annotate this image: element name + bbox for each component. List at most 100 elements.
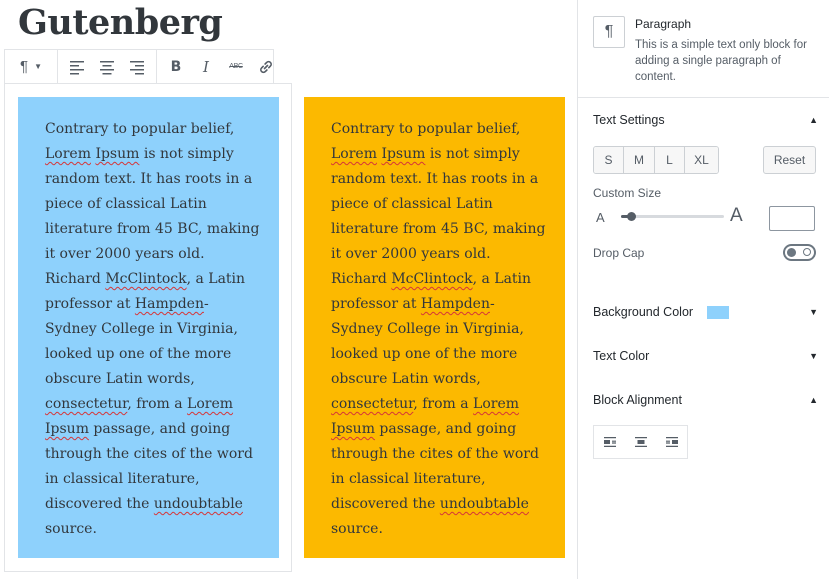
link-icon bbox=[260, 60, 272, 73]
block-switcher-group: ¶ ▼ bbox=[5, 50, 58, 83]
text-segment: is not simply bbox=[139, 146, 234, 162]
misspelled-word: Ipsum bbox=[45, 421, 89, 437]
align-text-right-icon bbox=[130, 60, 144, 74]
text-line: discovered the undoubtable bbox=[45, 492, 252, 517]
text-line: obscure Latin words, bbox=[331, 367, 538, 392]
text-line: literature from 45 BC, making bbox=[45, 217, 260, 242]
settings-sidebar: ¶ Paragraph This is a simple text only b… bbox=[577, 0, 829, 579]
block-card-description: This is a simple text only block for add… bbox=[635, 39, 807, 83]
italic-button[interactable]: I bbox=[191, 52, 221, 82]
block-alignment-toggle[interactable]: Block Alignment ▲ bbox=[593, 393, 818, 407]
align-text-left-button[interactable] bbox=[62, 52, 92, 82]
text-segment: professor at bbox=[331, 296, 421, 312]
text-segment: - bbox=[489, 296, 495, 312]
paragraph-text[interactable]: Contrary to popular belief, Lorem Ipsum i… bbox=[45, 117, 260, 542]
link-button[interactable] bbox=[251, 52, 281, 82]
misspelled-word: Lorem bbox=[473, 396, 520, 412]
text-line: consectetur, from a Lorem bbox=[45, 392, 252, 417]
text-segment: in classical literature, bbox=[45, 471, 200, 487]
toggle-off-icon bbox=[803, 248, 811, 256]
text-line: piece of classical Latin bbox=[331, 192, 538, 217]
text-line: obscure Latin words, bbox=[45, 367, 252, 392]
text-segment: , from a bbox=[127, 396, 188, 412]
text-segment: Richard bbox=[331, 271, 392, 287]
align-right-button[interactable] bbox=[656, 426, 687, 458]
text-segment: it over 2000 years old. bbox=[45, 246, 205, 262]
text-segment: literature from 45 BC, making bbox=[45, 221, 260, 237]
text-segment: piece of classical Latin bbox=[331, 196, 493, 212]
align-left-button[interactable] bbox=[594, 426, 625, 458]
misspelled-word: Lorem bbox=[45, 146, 91, 162]
slider-handle[interactable] bbox=[627, 212, 637, 221]
text-segment: , a Latin bbox=[472, 271, 532, 287]
text-line: looked up one of the more bbox=[45, 342, 252, 367]
text-segment: Contrary to popular belief, bbox=[45, 121, 235, 137]
text-line: Lorem Ipsum is not simply bbox=[331, 142, 538, 167]
misspelled-word: McClintock bbox=[105, 271, 187, 287]
text-line: in classical literature, bbox=[45, 467, 252, 492]
text-line: Ipsum passage, and going bbox=[331, 417, 538, 442]
text-line: through the cites of the word bbox=[331, 442, 539, 467]
background-color-toggle[interactable]: Background Color ▼ bbox=[593, 305, 818, 320]
text-segment: Contrary to popular belief, bbox=[331, 121, 521, 137]
align-center-button[interactable] bbox=[625, 426, 656, 458]
paragraph-block-blue[interactable]: Contrary to popular belief, Lorem Ipsum i… bbox=[18, 97, 279, 558]
misspelled-word: Ipsum bbox=[331, 421, 375, 437]
paragraph-block-orange[interactable]: Contrary to popular belief, Lorem Ipsum i… bbox=[304, 97, 565, 558]
custom-size-input[interactable] bbox=[769, 206, 815, 231]
text-segment: piece of classical Latin bbox=[45, 196, 207, 212]
bold-button[interactable]: B bbox=[161, 52, 191, 82]
text-line: source. bbox=[45, 517, 252, 542]
align-center-icon bbox=[634, 437, 647, 447]
text-segment: literature from 45 BC, making bbox=[331, 221, 546, 237]
text-line: piece of classical Latin bbox=[45, 192, 252, 217]
text-segment: passage, and going bbox=[374, 421, 517, 437]
post-title[interactable]: Gutenberg bbox=[18, 2, 223, 43]
block-toolbar: ¶ ▼ B I ABC bbox=[4, 49, 274, 84]
text-segment: is not simply bbox=[425, 146, 520, 162]
strikethrough-icon: ABC bbox=[229, 63, 243, 70]
text-settings-toggle[interactable]: Text Settings ▲ bbox=[593, 113, 818, 127]
text-segment: , a Latin bbox=[186, 271, 246, 287]
block-alignment-toolbar bbox=[593, 425, 688, 459]
alignment-group bbox=[58, 50, 157, 83]
text-segment: discovered the bbox=[331, 496, 440, 512]
paragraph-text[interactable]: Contrary to popular belief, Lorem Ipsum i… bbox=[331, 117, 546, 542]
text-segment: Richard bbox=[45, 271, 106, 287]
font-size-xl-button[interactable]: XL bbox=[685, 147, 718, 173]
text-line: it over 2000 years old. bbox=[45, 242, 252, 267]
reset-button[interactable]: Reset bbox=[763, 146, 816, 174]
text-color-toggle[interactable]: Text Color ▼ bbox=[593, 349, 818, 363]
font-size-l-button[interactable]: L bbox=[655, 147, 685, 173]
text-segment: professor at bbox=[45, 296, 135, 312]
text-segment: random text. It has roots in a bbox=[331, 171, 539, 187]
misspelled-word: Ipsum bbox=[381, 146, 426, 162]
text-line: Sydney College in Virginia, bbox=[45, 317, 252, 342]
text-line: Richard McClintock, a Latin bbox=[45, 267, 252, 292]
misspelled-word: Ipsum bbox=[95, 146, 140, 162]
text-segment: random text. It has roots in a bbox=[45, 171, 253, 187]
misspelled-word: Hampden bbox=[420, 296, 490, 312]
small-a-icon: A bbox=[596, 210, 605, 225]
strikethrough-button[interactable]: ABC bbox=[221, 52, 251, 82]
text-line: random text. It has roots in a bbox=[45, 167, 252, 192]
chevron-down-icon: ▼ bbox=[34, 62, 42, 71]
text-line: Contrary to popular belief, bbox=[331, 117, 538, 142]
custom-size-slider[interactable] bbox=[621, 212, 724, 221]
block-switcher-button[interactable]: ¶ ▼ bbox=[9, 52, 53, 82]
drop-cap-toggle[interactable] bbox=[783, 244, 816, 261]
font-size-m-button[interactable]: M bbox=[624, 147, 655, 173]
chevron-up-icon: ▲ bbox=[809, 395, 818, 405]
text-segment: source. bbox=[45, 521, 97, 537]
text-segment: obscure Latin words, bbox=[331, 371, 481, 387]
toggle-knob bbox=[787, 248, 796, 257]
chevron-down-icon: ▼ bbox=[809, 307, 818, 318]
align-text-right-button[interactable] bbox=[122, 52, 152, 82]
font-size-s-button[interactable]: S bbox=[594, 147, 624, 173]
text-segment: Sydney College in Virginia, bbox=[45, 321, 238, 337]
align-text-center-button[interactable] bbox=[92, 52, 122, 82]
misspelled-word: undoubtable bbox=[439, 496, 529, 512]
text-line: looked up one of the more bbox=[331, 342, 538, 367]
text-settings-title: Text Settings bbox=[593, 113, 665, 127]
misspelled-word: McClintock bbox=[391, 271, 473, 287]
